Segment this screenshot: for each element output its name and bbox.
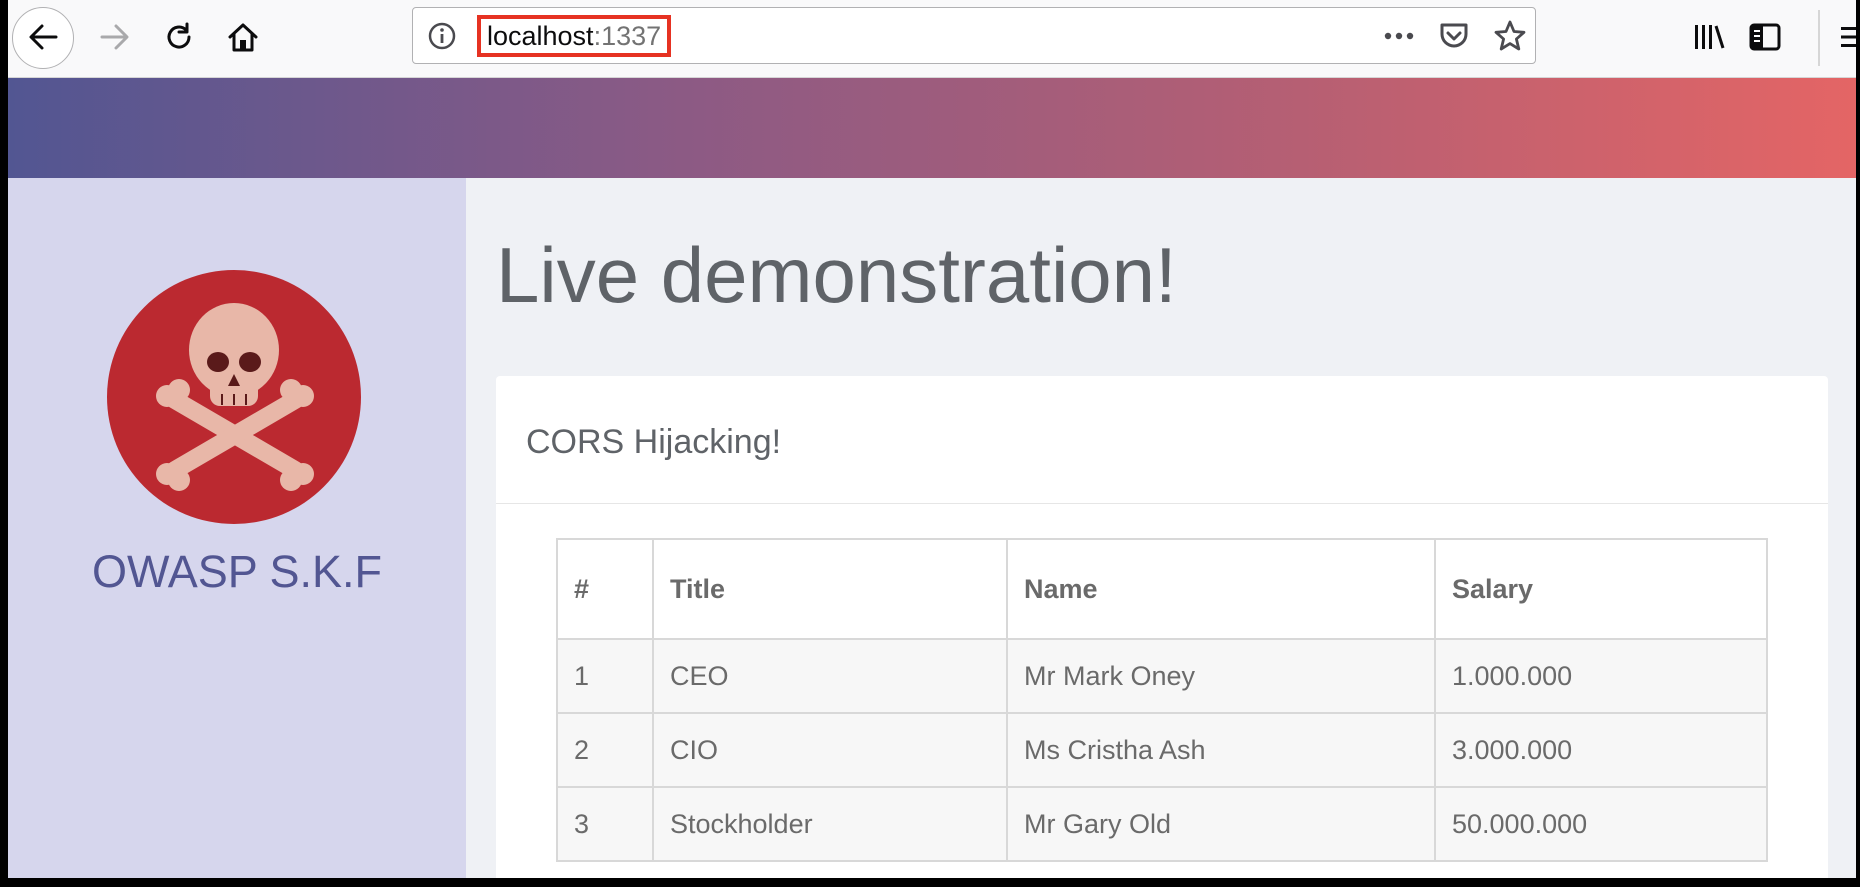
column-header: Salary	[1434, 538, 1768, 640]
page-title: Live demonstration!	[496, 231, 1177, 319]
site-info-icon[interactable]	[427, 21, 457, 56]
url-bar[interactable]: localhost:1337	[412, 7, 1536, 64]
brand-name[interactable]: OWASP S.K.F	[8, 546, 466, 598]
header-banner	[8, 78, 1856, 178]
sidebar: OWASP S.K.F	[8, 178, 466, 878]
table-cell: 50.000.000	[1434, 786, 1768, 862]
menu-icon[interactable]	[1826, 9, 1856, 65]
table-row: 1 CEO Mr Mark Oney 1.000.000	[556, 638, 1768, 714]
table-cell: 2	[556, 712, 654, 788]
url-text[interactable]: localhost:1337	[477, 15, 672, 57]
column-header: Name	[1006, 538, 1436, 640]
column-header: #	[556, 538, 654, 640]
salary-table: # Title Name Salary 1 CEO Mr Mark Oney 1…	[556, 538, 1768, 862]
column-header: Title	[652, 538, 1008, 640]
skull-crossbones-icon	[107, 270, 361, 524]
url-port: :1337	[593, 20, 662, 51]
table-cell: CIO	[652, 712, 1008, 788]
library-icon[interactable]	[1681, 9, 1737, 65]
table-cell: CEO	[652, 638, 1008, 714]
table-cell: 1.000.000	[1434, 638, 1768, 714]
pocket-icon[interactable]	[1437, 19, 1471, 58]
table-row: 3 Stockholder Mr Gary Old 50.000.000	[556, 786, 1768, 862]
url-host: localhost	[487, 20, 594, 51]
table-cell: Ms Cristha Ash	[1006, 712, 1436, 788]
table-cell: 1	[556, 638, 654, 714]
main-content: Live demonstration! CORS Hijacking! # Ti…	[466, 178, 1856, 878]
forward-arrow-icon[interactable]	[87, 9, 143, 65]
table-cell: Mr Gary Old	[1006, 786, 1436, 862]
table-cell: 3.000.000	[1434, 712, 1768, 788]
toolbar-divider	[1818, 10, 1820, 66]
table-header-row: # Title Name Salary	[556, 538, 1768, 640]
table-cell: Stockholder	[652, 786, 1008, 862]
browser-toolbar: localhost:1337	[8, 0, 1856, 78]
demo-card: CORS Hijacking! # Title Name Salary 1 CE…	[496, 376, 1828, 878]
bookmark-star-icon[interactable]	[1492, 18, 1528, 59]
sidebar-icon[interactable]	[1737, 9, 1793, 65]
home-icon[interactable]	[215, 9, 271, 65]
table-cell: Mr Mark Oney	[1006, 638, 1436, 714]
card-title: CORS Hijacking!	[526, 423, 782, 461]
table-row: 2 CIO Ms Cristha Ash 3.000.000	[556, 712, 1768, 788]
table-cell: 3	[556, 786, 654, 862]
card-header: CORS Hijacking!	[496, 376, 1828, 504]
browser-window: localhost:1337 OWASP S.K.F Live demonst…	[8, 0, 1856, 878]
page-actions-icon[interactable]	[1381, 22, 1417, 55]
reload-icon[interactable]	[151, 9, 207, 65]
back-arrow-icon[interactable]	[15, 9, 71, 65]
